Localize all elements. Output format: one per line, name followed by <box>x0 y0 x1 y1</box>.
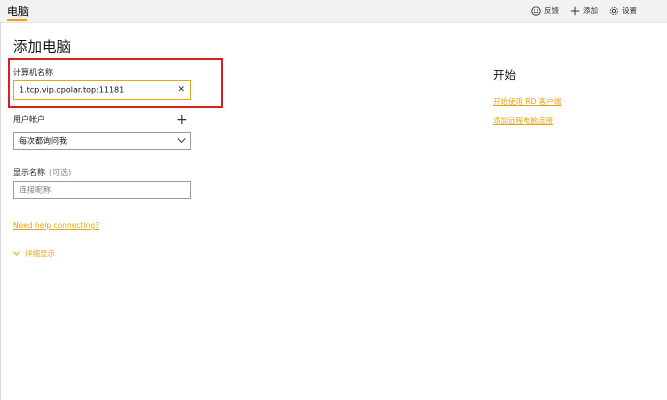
help-link[interactable]: Need help connecting? <box>13 221 99 230</box>
display-name-input[interactable]: 连接昵称 <box>13 181 191 199</box>
top-actions: 反馈 添加 设置 <box>531 5 637 16</box>
add-remote-pc-link[interactable]: 添加远程电脑连接 <box>493 115 553 126</box>
pc-name-input[interactable]: 1.tcp.vip.cpolar.top:11181 ✕ <box>13 80 191 100</box>
start-heading: 开始 <box>493 68 516 82</box>
app-title-underline <box>7 19 27 21</box>
smiley-icon <box>531 5 541 16</box>
feedback-button[interactable]: 反馈 <box>531 5 559 16</box>
pc-name-label: 计算机名称 <box>13 68 53 77</box>
user-account-select[interactable]: 每次都询问我 <box>13 132 191 150</box>
clear-icon[interactable]: ✕ <box>177 85 185 95</box>
user-account-value: 每次都询问我 <box>19 136 67 146</box>
user-account-label: 用户帐户 <box>13 115 45 124</box>
plus-icon <box>570 6 580 16</box>
title-bar: 电脑 反馈 添加 设置 <box>0 0 667 23</box>
settings-label: 设置 <box>622 6 637 15</box>
chevron-down-icon <box>13 249 20 258</box>
display-name-placeholder: 连接昵称 <box>19 185 51 195</box>
gear-icon <box>609 6 619 16</box>
chevron-down-icon <box>177 137 186 146</box>
add-label: 添加 <box>583 6 598 15</box>
display-name-hint: (可选) <box>49 168 72 177</box>
add-button[interactable]: 添加 <box>570 5 598 16</box>
page-title: 添加电脑 <box>13 40 71 56</box>
show-details-label: 详细显示 <box>25 249 55 258</box>
window-border <box>0 22 1 400</box>
show-details-toggle[interactable]: 详细显示 <box>13 248 55 259</box>
settings-button[interactable]: 设置 <box>609 5 637 16</box>
pc-name-value: 1.tcp.vip.cpolar.top:11181 <box>19 85 125 95</box>
app-title: 电脑 <box>7 5 29 18</box>
display-name-label-text: 显示名称 <box>13 168 45 177</box>
feedback-label: 反馈 <box>544 6 559 15</box>
get-started-link[interactable]: 开始使用 RD 客户端 <box>493 96 561 107</box>
display-name-label: 显示名称 (可选) <box>13 167 71 178</box>
add-account-button[interactable]: + <box>176 113 188 127</box>
